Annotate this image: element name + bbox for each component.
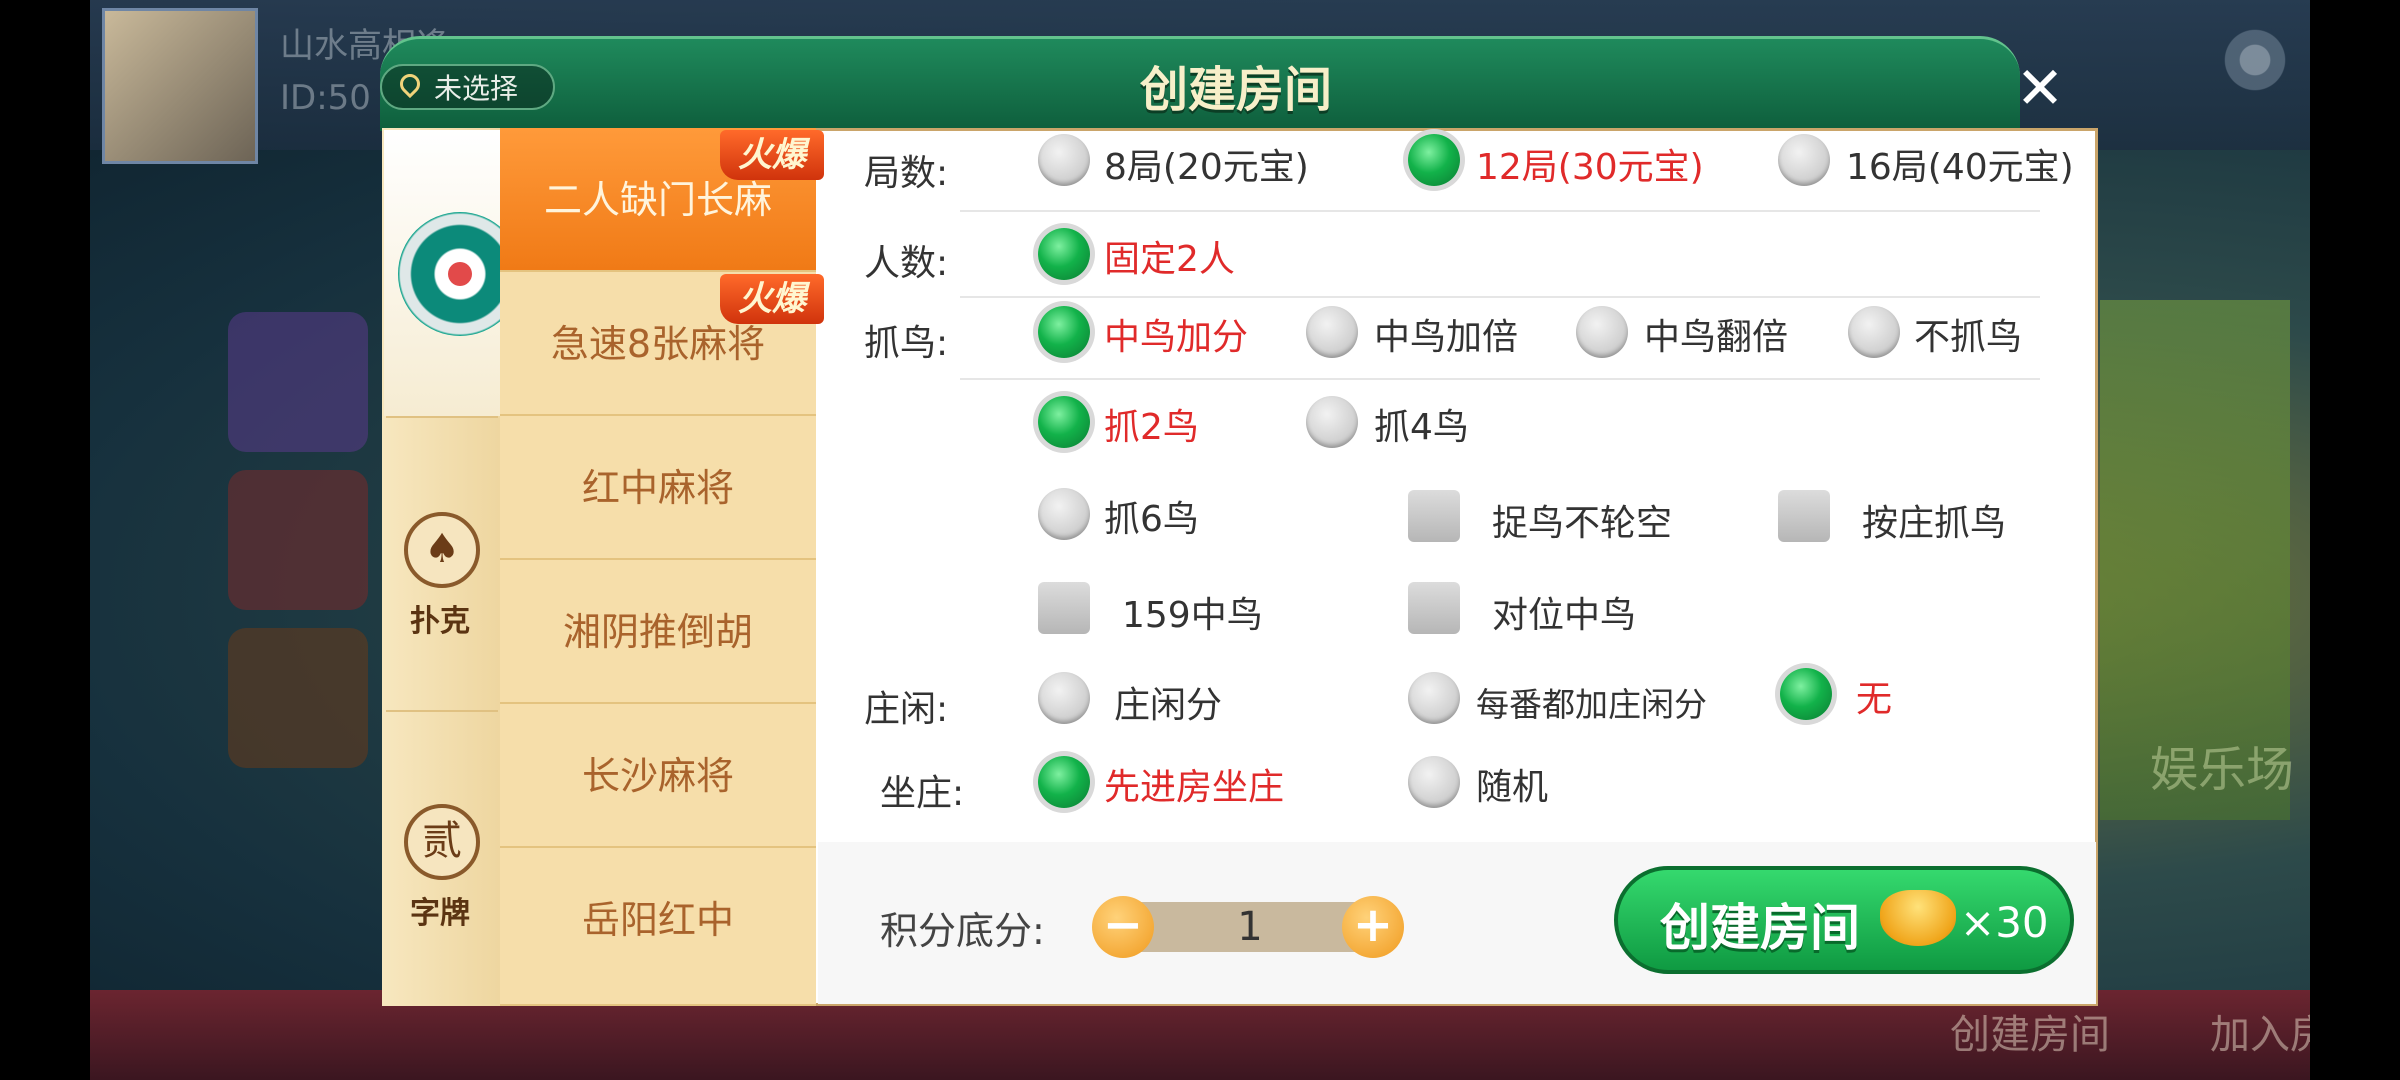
players-label: 人数: [864,243,949,284]
bird-checkbox[interactable] [1408,490,1460,542]
dealer-idle-radio[interactable] [1038,672,1090,724]
moyu-tile [228,628,368,768]
seat-radio[interactable] [1408,756,1460,808]
birds-radio[interactable] [1848,306,1900,358]
bird-check-option[interactable]: 按庄抓鸟 [1862,494,2006,546]
hot-badge: 火爆 [720,274,824,324]
dealer-idle-radio[interactable] [1780,668,1832,720]
room-cost: ×30 [1960,898,2049,947]
legend-tile [228,470,368,610]
player-avatar [102,8,258,164]
create-room-label: 创建房间 [1660,899,1860,957]
rounds-option[interactable]: 16局(40元宝) [1846,138,2074,190]
location-selector[interactable]: 未选择 [380,64,555,110]
gold-ingot-icon [1880,890,1956,946]
seat-option[interactable]: 先进房坐庄 [1104,758,1284,810]
seat-option[interactable]: 随机 [1476,758,1548,810]
birds-radio[interactable] [1306,306,1358,358]
birds-radio[interactable] [1576,306,1628,358]
dealer-idle-label: 庄闲: [864,689,949,730]
birds-label: 抓鸟: [864,323,949,364]
rounds-radio-12[interactable] [1408,134,1460,186]
bird-count-option[interactable]: 抓4鸟 [1374,398,1469,450]
score-label: 积分底分: [880,909,1045,953]
rounds-radio-16[interactable] [1778,134,1830,186]
divider [960,210,2040,212]
game-item[interactable]: 湘阴推倒胡 [500,560,816,704]
screen-edge-right [2310,0,2400,1080]
location-label: 未选择 [434,72,519,105]
bird-check-option[interactable]: 捉鸟不轮空 [1492,494,1672,546]
bird-count-radio[interactable] [1038,488,1090,540]
rounds-option[interactable]: 12局(30元宝) [1476,138,1704,190]
dialog-title: 创建房间 [1140,62,1333,118]
screen-edge-left [0,0,90,1080]
bird-check-option[interactable]: 159中鸟 [1122,586,1263,638]
divider [960,378,2040,380]
player-id: ID:50 [280,78,371,118]
bottom-create-room: 创建房间 [1950,1012,2110,1058]
bird-check-option[interactable]: 对位中鸟 [1492,586,1636,638]
bird-count-option[interactable]: 抓2鸟 [1104,398,1199,450]
score-value: 1 [1237,904,1263,950]
tab-poker[interactable]: 扑克 [410,596,470,640]
dealer-idle-option[interactable]: 无 [1856,670,1892,722]
rounds-label: 局数: [864,153,949,194]
tab-word-cards[interactable]: 字牌 [410,888,470,932]
birds-option[interactable]: 不抓鸟 [1914,308,2022,360]
word-card-icon: 贰 [404,804,480,880]
rounds-radio-8[interactable] [1038,134,1090,186]
close-icon[interactable]: ✕ [2010,58,2070,118]
game-item[interactable]: 红中麻将 [500,416,816,560]
bird-checkbox[interactable] [1778,490,1830,542]
bird-count-radio[interactable] [1038,396,1090,448]
players-radio[interactable] [1038,228,1090,280]
dealer-idle-option[interactable]: 每番都加庄闲分 [1476,678,1707,726]
lobby-right-label: 娱乐场 [2150,742,2295,798]
game-list: 二人缺门长麻 急速8张麻将 红中麻将 湘阴推倒胡 长沙麻将 岳阳红中 [500,128,816,1006]
bird-count-option[interactable]: 抓6鸟 [1104,490,1199,542]
shop-tile [228,312,368,452]
birds-option[interactable]: 中鸟翻倍 [1644,308,1788,360]
birds-option[interactable]: 中鸟加倍 [1374,308,1518,360]
minus-icon[interactable]: − [1092,896,1154,958]
seat-label: 坐庄: [880,773,965,814]
category-divider [386,710,498,712]
settings-gear-icon [2220,25,2290,95]
seat-radio[interactable] [1038,756,1090,808]
location-pin-icon [395,69,425,99]
game-item[interactable]: 岳阳红中 [500,848,816,1006]
players-option[interactable]: 固定2人 [1104,230,1235,282]
bird-count-radio[interactable] [1306,396,1358,448]
plus-icon[interactable]: + [1342,896,1404,958]
rounds-option[interactable]: 8局(20元宝) [1104,138,1309,190]
bird-checkbox[interactable] [1038,582,1090,634]
bird-checkbox[interactable] [1408,582,1460,634]
category-divider [386,416,498,418]
dealer-idle-option[interactable]: 庄闲分 [1114,676,1222,728]
mahjong-icon-center [448,262,472,286]
dealer-idle-radio[interactable] [1408,672,1460,724]
birds-option[interactable]: 中鸟加分 [1104,308,1248,360]
game-item[interactable]: 长沙麻将 [500,704,816,848]
spade-icon: ♠ [404,512,480,588]
birds-radio[interactable] [1038,306,1090,358]
divider [960,296,2040,298]
hot-badge: 火爆 [720,130,824,180]
